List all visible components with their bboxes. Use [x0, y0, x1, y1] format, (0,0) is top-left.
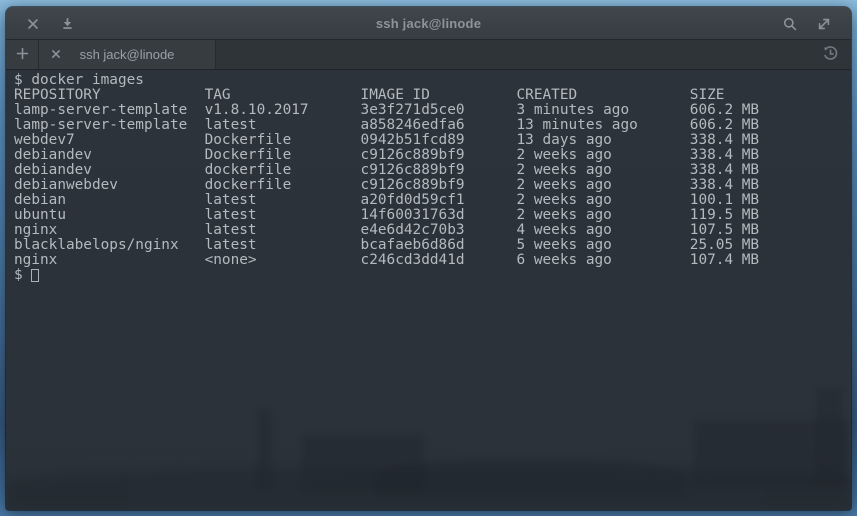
tab-close-icon: [51, 47, 61, 62]
terminal-prompt-line: $: [6, 268, 851, 283]
close-button[interactable]: [20, 11, 46, 37]
titlebar[interactable]: ssh jack@linode: [6, 7, 851, 40]
tab-bar: ssh jack@linode: [6, 40, 851, 70]
wallpaper-silhouette: [6, 468, 851, 510]
new-tab-button[interactable]: [6, 40, 39, 69]
window-title: ssh jack@linode: [6, 8, 851, 39]
maximize-button[interactable]: [811, 11, 837, 37]
close-icon: [27, 18, 39, 30]
titlebar-left-buttons: [16, 11, 84, 37]
terminal-output: $ docker images REPOSITORY TAG IMAGE ID …: [6, 70, 851, 268]
minimize-button[interactable]: [54, 11, 80, 37]
terminal-window: ssh jack@linode ssh jack@linode: [6, 7, 851, 510]
shell-prompt: $: [14, 268, 31, 283]
maximize-icon: [817, 17, 831, 31]
terminal-cursor: [31, 269, 39, 282]
terminal-viewport[interactable]: $ docker images REPOSITORY TAG IMAGE ID …: [6, 70, 851, 510]
tabbar-spacer: [216, 40, 809, 69]
tab-label: ssh jack@linode: [65, 47, 207, 62]
wallpaper-silhouette: [694, 420, 849, 486]
tab-close-button[interactable]: [47, 46, 65, 64]
history-button[interactable]: [809, 40, 851, 69]
wallpaper-silhouette: [258, 410, 272, 488]
titlebar-right-buttons: [773, 11, 841, 37]
history-icon: [822, 45, 839, 65]
tab-ssh-jack-linode[interactable]: ssh jack@linode: [39, 40, 216, 69]
minimize-icon: [61, 17, 74, 30]
wallpaper-silhouette: [816, 388, 842, 484]
search-icon: [783, 17, 797, 31]
plus-icon: [16, 47, 29, 63]
wallpaper-silhouette: [302, 435, 424, 490]
wallpaper-silhouette: [376, 458, 686, 496]
search-button[interactable]: [777, 11, 803, 37]
